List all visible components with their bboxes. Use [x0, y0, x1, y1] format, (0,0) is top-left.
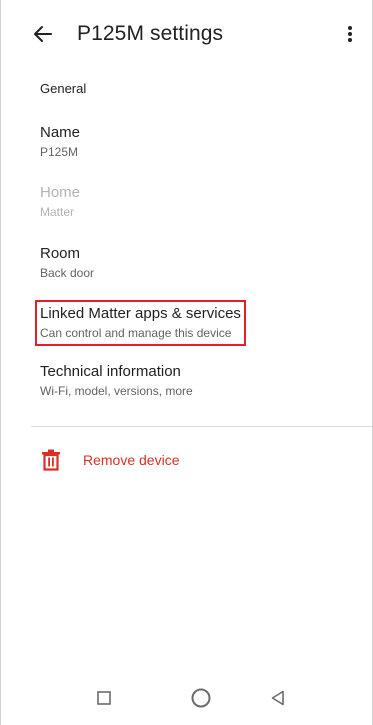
- setting-room[interactable]: Room Back door: [40, 245, 94, 281]
- phone-screen: P125M settings General Name P125M Home M…: [0, 0, 373, 725]
- app-bar: P125M settings: [1, 0, 372, 70]
- setting-home: Home Matter: [40, 184, 80, 220]
- setting-subtitle: P125M: [40, 145, 79, 159]
- setting-title: Linked Matter apps & services: [40, 305, 241, 322]
- setting-subtitle: Matter: [40, 205, 75, 219]
- setting-name[interactable]: Name P125M: [40, 124, 80, 160]
- setting-title: Home: [40, 184, 81, 201]
- setting-title: Room: [40, 245, 81, 262]
- home-circle-icon[interactable]: [190, 687, 212, 714]
- setting-technical-information[interactable]: Technical information Wi-Fi, model, vers…: [40, 363, 193, 399]
- page-title: P125M settings: [77, 22, 224, 45]
- trash-icon: [41, 449, 61, 471]
- system-nav-bar: [1, 673, 372, 725]
- section-label-general: General: [40, 81, 87, 96]
- setting-subtitle: Wi-Fi, model, versions, more: [40, 384, 193, 398]
- remove-device-label: Remove device: [83, 452, 180, 468]
- more-vert-icon[interactable]: [342, 22, 358, 46]
- recents-square-icon[interactable]: [96, 687, 112, 714]
- remove-device-button[interactable]: Remove device: [41, 448, 180, 472]
- arrow-back-icon[interactable]: [31, 22, 55, 46]
- setting-title: Name: [40, 124, 81, 141]
- setting-subtitle: Back door: [40, 266, 95, 280]
- setting-title: Technical information: [40, 363, 181, 380]
- setting-linked-matter-apps[interactable]: Linked Matter apps & services Can contro…: [35, 300, 246, 346]
- divider: [31, 426, 372, 427]
- back-triangle-icon[interactable]: [269, 687, 287, 714]
- setting-subtitle: Can control and manage this device: [40, 326, 232, 340]
